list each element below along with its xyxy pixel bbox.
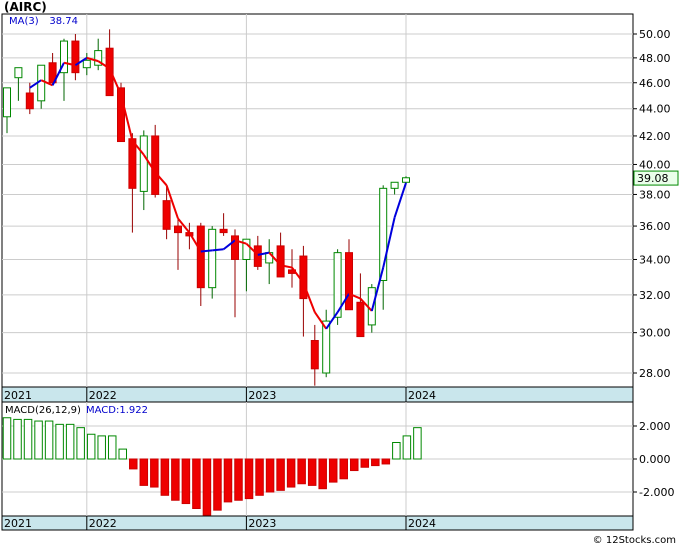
- candle-body: [345, 252, 353, 311]
- price-tick-label: 46.00: [639, 77, 671, 90]
- candle-body: [14, 67, 23, 79]
- candle-body: [82, 59, 91, 69]
- candle-body: [322, 320, 331, 374]
- ma-legend-label: MA(3): [9, 16, 39, 27]
- macd-histogram-bar: [171, 458, 180, 501]
- macd-histogram-bar: [402, 435, 412, 460]
- macd-histogram-bar: [118, 448, 128, 460]
- candle-body: [208, 228, 217, 289]
- macd-histogram-bar: [223, 458, 233, 503]
- macd-histogram-bar: [255, 458, 264, 496]
- price-tick-label: 42.00: [639, 130, 671, 143]
- macd-histogram-bar: [76, 427, 85, 460]
- macd-histogram-bar: [297, 458, 306, 485]
- macd-histogram-bar: [34, 420, 43, 460]
- chart-title: (AIRC): [4, 0, 47, 14]
- price-tick-label: 32.00: [639, 289, 671, 302]
- candle-body: [139, 135, 148, 192]
- price-tick-label: 48.00: [639, 52, 671, 65]
- candle-body: [402, 177, 410, 183]
- macd-histogram-bar: [65, 423, 75, 460]
- macd-histogram-bar: [392, 442, 401, 460]
- macd-histogram-bar: [244, 458, 254, 500]
- price-date-label: 2024: [408, 389, 436, 402]
- macd-tick-label: 0.000: [639, 453, 671, 466]
- macd-histogram-bar: [181, 458, 191, 505]
- candle-body: [219, 228, 228, 234]
- macd-date-label: 2024: [408, 517, 436, 530]
- copyright: © 12Stocks.com: [593, 535, 676, 546]
- macd-histogram-bar: [265, 458, 275, 493]
- macd-histogram-bar: [160, 458, 170, 496]
- macd-histogram-bar: [86, 433, 96, 460]
- macd-histogram-bar: [192, 458, 201, 509]
- macd-histogram-bar: [97, 435, 106, 460]
- chart-canvas: 50.00 48.00 46.00 44.00 42.00 40.00 38.00 36.00…: [0, 0, 680, 546]
- macd-histogram-bar: [213, 458, 222, 511]
- price-tick-label: 36.00: [639, 220, 671, 233]
- candle-body: [71, 40, 80, 74]
- macd-histogram-bar: [150, 458, 159, 488]
- candle-body: [253, 245, 262, 267]
- macd-histogram-bar: [413, 427, 422, 460]
- price-date-label: 2023: [248, 389, 276, 402]
- price-tick-label: 30.00: [639, 327, 671, 340]
- ma-legend-value: 38.74: [49, 16, 78, 27]
- price-tick-label: 38.00: [639, 188, 671, 201]
- chart-svg: 50.00 48.00 46.00 44.00 42.00 40.00 38.00 36.00…: [1, 0, 679, 546]
- candle-body: [3, 87, 11, 118]
- price-tick-label: 40.00: [639, 158, 671, 171]
- macd-histogram-bar: [318, 458, 327, 490]
- macd-histogram-bar: [371, 458, 380, 467]
- macd-histogram-bar: [202, 458, 212, 516]
- candle-body: [367, 287, 376, 326]
- candle-body: [151, 135, 160, 195]
- macd-title: MACD(26,12,9): [5, 405, 81, 416]
- candle-body: [128, 138, 137, 189]
- last-price-label: 39.08: [637, 172, 669, 185]
- macd-histogram-bar: [350, 458, 359, 472]
- price-tick-label: 34.00: [639, 253, 671, 266]
- macd-histogram-bar: [360, 458, 370, 468]
- candle-body: [231, 235, 239, 260]
- macd-histogram-bar: [23, 418, 33, 460]
- macd-date-label: 2023: [248, 517, 276, 530]
- price-panel-frame: [1, 13, 634, 388]
- macd-histogram-bar: [339, 458, 348, 480]
- macd-tick-label: -2.000: [639, 486, 674, 499]
- macd-histogram-bar: [107, 435, 117, 460]
- candle-body: [162, 200, 171, 230]
- candle-body: [299, 255, 308, 300]
- macd-histogram-bar: [276, 458, 285, 491]
- ma3-line-segment: [212, 248, 224, 252]
- price-tick-label: 50.00: [639, 28, 671, 41]
- price-tick-label: 28.00: [639, 367, 671, 380]
- macd-histogram-bar: [44, 420, 54, 460]
- macd-histogram-bar: [2, 417, 12, 460]
- candle-body: [390, 181, 399, 189]
- macd-histogram-bar: [139, 458, 149, 486]
- macd-legend: MACD:1.922: [86, 405, 148, 416]
- macd-histogram-bar: [234, 458, 243, 501]
- price-date-label: 2021: [4, 389, 32, 402]
- macd-histogram-bar: [55, 423, 64, 460]
- price-tick-label: 44.00: [639, 103, 671, 116]
- macd-histogram-bar: [13, 418, 22, 460]
- price-date-label: 2022: [89, 389, 117, 402]
- macd-histogram-bar: [286, 458, 296, 488]
- macd-tick-label: 2.000: [639, 420, 671, 433]
- candle-body: [196, 225, 205, 289]
- macd-date-label: 2021: [4, 517, 32, 530]
- macd-histogram-bar: [381, 458, 391, 465]
- candle-body: [310, 340, 319, 370]
- candle-body: [356, 301, 365, 338]
- macd-histogram-bar: [328, 458, 338, 483]
- macd-date-label: 2022: [89, 517, 117, 530]
- candle-body: [25, 92, 34, 110]
- ma3-line-segment: [200, 249, 213, 253]
- macd-histogram-bar: [307, 458, 317, 486]
- macd-histogram-bar: [129, 458, 138, 470]
- candle-body: [174, 225, 182, 234]
